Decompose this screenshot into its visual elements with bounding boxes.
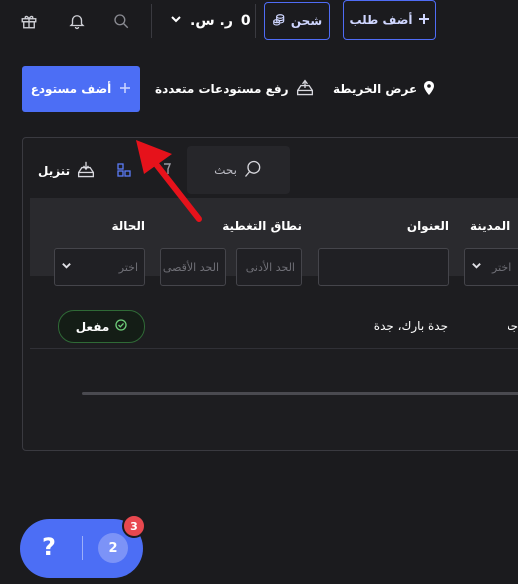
status-filter-select[interactable]: اختر xyxy=(54,248,145,286)
column-header-address: العنوان xyxy=(406,219,449,233)
add-order-label: أضف طلب xyxy=(349,13,413,27)
balance-amount: 0 xyxy=(240,13,251,29)
upload-tray-icon xyxy=(295,79,315,100)
status-badge: مفعل xyxy=(58,310,145,343)
recharge-label: شحن xyxy=(290,14,323,28)
add-warehouse-label: أضف مستودع xyxy=(30,82,112,96)
bell-icon[interactable] xyxy=(66,10,88,32)
chevron-down-icon xyxy=(471,260,482,274)
plus-icon xyxy=(418,13,430,28)
plus-icon xyxy=(119,82,131,97)
coverage-max-input[interactable]: الحد الأقصى xyxy=(160,248,226,286)
map-view-button[interactable]: عرض الخريطة xyxy=(333,80,435,98)
horizontal-scrollbar[interactable] xyxy=(82,392,518,395)
top-bar: ر. س. 0 شحن أضف طلب xyxy=(0,0,518,44)
balance-currency: ر. س. xyxy=(190,13,233,29)
gift-icon[interactable] xyxy=(18,10,40,32)
check-circle-icon xyxy=(115,319,127,334)
add-order-button[interactable]: أضف طلب xyxy=(343,0,436,40)
column-header-city: المدينة xyxy=(470,219,511,233)
divider xyxy=(255,4,256,38)
add-warehouse-button[interactable]: أضف مستودع xyxy=(22,66,140,112)
coverage-min-input[interactable]: الحد الأدنى xyxy=(236,248,302,286)
balance-dropdown[interactable]: ر. س. 0 xyxy=(170,11,251,31)
help-question-mark[interactable]: ? xyxy=(42,533,56,561)
download-button[interactable]: تنزيل xyxy=(38,161,96,181)
download-label: تنزيل xyxy=(38,164,71,178)
notification-badge: 3 xyxy=(122,514,146,538)
bulk-upload-label: رفع مستودعات متعددة xyxy=(155,82,289,96)
map-view-label: عرض الخريطة xyxy=(333,82,418,96)
divider xyxy=(151,4,152,38)
help-count[interactable]: 2 xyxy=(98,533,128,563)
annotation-arrow xyxy=(130,136,210,226)
coins-icon xyxy=(272,13,286,30)
chevron-down-icon xyxy=(61,260,72,274)
row-address: جدة بارك، جدة xyxy=(373,319,448,333)
recharge-button[interactable]: شحن xyxy=(264,2,330,40)
chevron-down-icon xyxy=(170,13,182,29)
column-header-coverage: نطاق التغطية xyxy=(222,219,302,233)
divider xyxy=(82,536,83,560)
address-filter-input[interactable] xyxy=(318,248,449,286)
search-placeholder: بحث xyxy=(214,163,237,177)
download-tray-icon xyxy=(76,161,96,182)
location-pin-icon xyxy=(423,80,435,98)
search-icon xyxy=(243,159,263,182)
search-icon[interactable] xyxy=(110,10,132,32)
row-city: جدة xyxy=(508,319,518,333)
city-filter-select[interactable]: اختر xyxy=(464,248,518,286)
bulk-upload-button[interactable]: رفع مستودعات متعددة xyxy=(155,79,315,99)
